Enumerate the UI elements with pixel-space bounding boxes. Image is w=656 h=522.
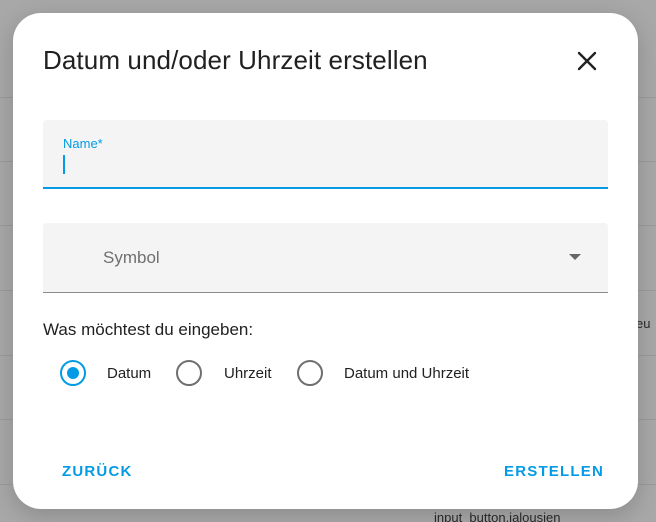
create-button[interactable]: ERSTELLEN — [504, 463, 604, 480]
radio-selected-dot — [67, 367, 79, 379]
name-input[interactable] — [61, 153, 581, 175]
background-entity-label: input_button.jalousien — [434, 510, 561, 522]
radio-datum-label[interactable]: Datum — [107, 365, 151, 382]
background-text-fragment: eu — [636, 316, 651, 331]
radio-datum-und-uhrzeit[interactable] — [297, 360, 323, 386]
input-type-question: Was möchtest du eingeben: — [43, 320, 254, 339]
back-button[interactable]: ZURÜCK — [62, 463, 133, 480]
radio-uhrzeit-label[interactable]: Uhrzeit — [224, 365, 272, 382]
symbol-select-label: Symbol — [103, 248, 160, 267]
close-icon — [577, 51, 597, 71]
chevron-down-icon — [569, 254, 581, 260]
name-field[interactable]: Name* — [43, 120, 608, 189]
text-caret — [63, 155, 65, 174]
create-helper-dialog: Datum und/oder Uhrzeit erstellen Name* S… — [13, 13, 638, 509]
name-field-label: Name* — [63, 136, 103, 151]
dialog-title: Datum und/oder Uhrzeit erstellen — [43, 45, 428, 75]
close-button[interactable] — [568, 45, 606, 77]
radio-datum-und-uhrzeit-label[interactable]: Datum und Uhrzeit — [344, 365, 469, 382]
radio-datum[interactable] — [60, 360, 86, 386]
symbol-select[interactable]: Symbol — [43, 223, 608, 293]
radio-uhrzeit[interactable] — [176, 360, 202, 386]
